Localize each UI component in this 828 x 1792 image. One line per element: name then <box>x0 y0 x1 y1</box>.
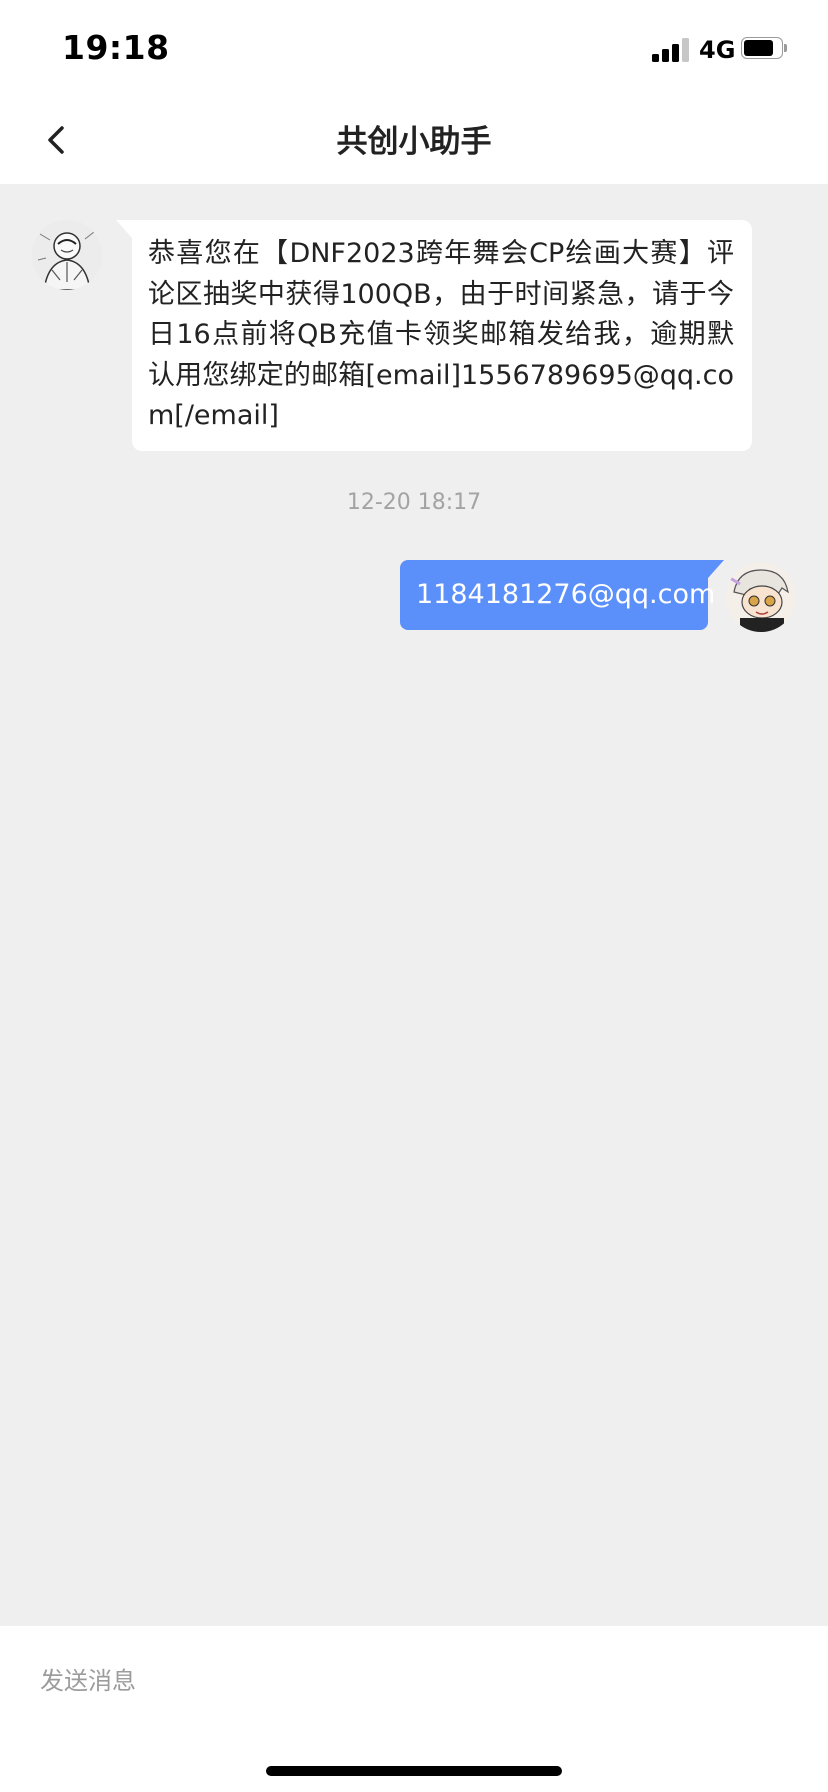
my-avatar[interactable] <box>726 562 796 632</box>
battery-icon <box>741 37 788 61</box>
outgoing-message-bubble[interactable]: 1184181276@qq.com <box>400 560 724 630</box>
chat-screen: 19:18 4G 共创小助手 恭喜您在【DNF2023跨年舞会CP绘画大赛】评论… <box>0 0 828 1792</box>
message-timestamp: 12-20 18:17 <box>346 490 482 515</box>
input-bar <box>0 1626 828 1792</box>
chevron-left-icon <box>48 126 64 154</box>
incoming-message-bubble[interactable]: 恭喜您在【DNF2023跨年舞会CP绘画大赛】评论区抽奖中获得100QB，由于时… <box>116 220 752 451</box>
home-indicator[interactable] <box>266 1766 562 1776</box>
signal-strength-icon <box>652 38 692 62</box>
cartoon-character-avatar-icon <box>726 562 796 632</box>
sender-avatar[interactable] <box>32 220 102 290</box>
incoming-message-text: 恭喜您在【DNF2023跨年舞会CP绘画大赛】评论区抽奖中获得100QB，由于时… <box>148 238 734 431</box>
sketch-figure-avatar-icon <box>32 220 102 290</box>
status-bar: 19:18 4G <box>0 0 828 96</box>
bubble-tail <box>708 560 724 578</box>
message-list[interactable]: 恭喜您在【DNF2023跨年舞会CP绘画大赛】评论区抽奖中获得100QB，由于时… <box>0 184 828 1626</box>
status-time: 19:18 <box>62 28 170 67</box>
network-type: 4G <box>699 36 736 64</box>
message-input[interactable] <box>40 1656 780 1706</box>
bubble-tail <box>116 220 132 238</box>
nav-bar: 共创小助手 <box>0 96 828 184</box>
page-title: 共创小助手 <box>336 124 492 160</box>
back-button[interactable] <box>36 118 80 162</box>
outgoing-message-text: 1184181276@qq.com <box>416 579 716 610</box>
